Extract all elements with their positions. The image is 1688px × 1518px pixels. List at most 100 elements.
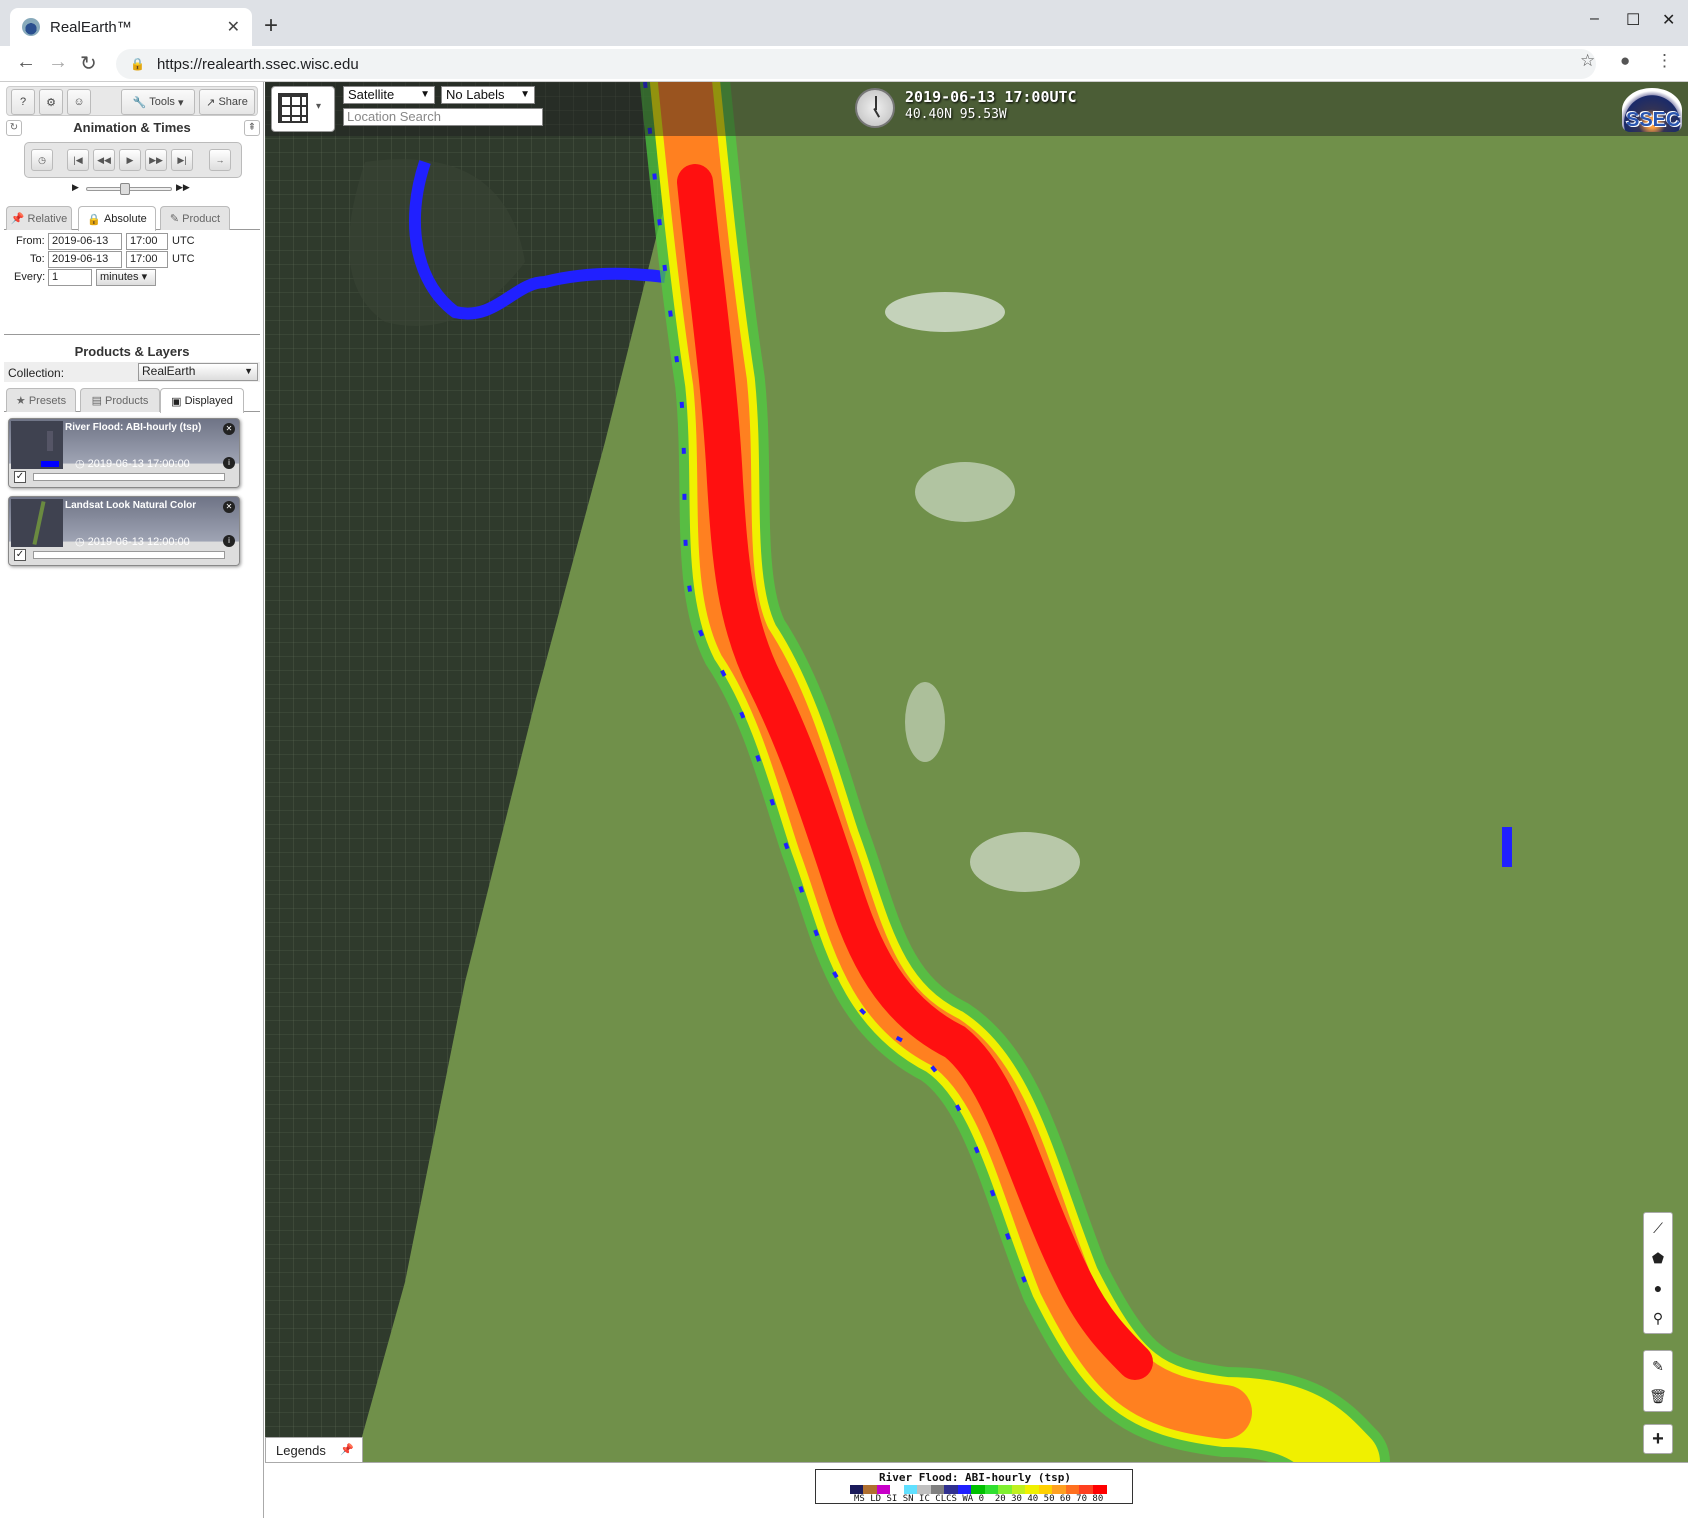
window-close-icon[interactable]: ✕ [1662, 10, 1675, 30]
legends-tab[interactable]: Legends 📌 [265, 1437, 363, 1463]
legend-swatch [957, 1485, 972, 1494]
user-button[interactable]: ☺ [67, 89, 91, 115]
legend-swatch [971, 1485, 986, 1494]
layer-card-river-flood[interactable]: River Flood: ABI-hourly (tsp) ✕ ◷ 2019-0… [8, 418, 240, 488]
pin-icon[interactable]: ⇞ [244, 120, 260, 136]
legend-swatch [998, 1485, 1013, 1494]
speed-slider[interactable]: ▶ ▶▶ [70, 182, 192, 196]
zoom-in-button[interactable]: + [1643, 1424, 1673, 1454]
from-date-input[interactable]: 2019-06-13 [48, 233, 122, 250]
pin-icon[interactable]: 📌 [340, 1443, 354, 1456]
tab-relative[interactable]: 📌 Relative [6, 206, 72, 230]
trash-icon[interactable]: 🗑 [1644, 1381, 1672, 1411]
satellite-imagery [265, 82, 1688, 1462]
layer-visible-checkbox[interactable]: ✓ [14, 471, 26, 483]
help-button[interactable]: ? [11, 89, 35, 115]
to-tz-label: UTC [172, 253, 195, 265]
clock-icon[interactable]: ◷ [31, 149, 53, 171]
polygon-tool-icon[interactable]: ⬟ [1644, 1243, 1672, 1273]
to-date-input[interactable]: 2019-06-13 [48, 251, 122, 268]
tools-label: Tools [149, 96, 175, 108]
marker-tool-icon[interactable]: ⚲ [1644, 1303, 1672, 1333]
legend-swatch [876, 1485, 891, 1494]
tab-absolute-label: Absolute [103, 213, 147, 225]
edit-icon[interactable]: ✎ [1644, 1351, 1672, 1381]
settings-button[interactable]: ⚙ [39, 89, 63, 115]
location-search-input[interactable]: Location Search [343, 108, 543, 126]
menu-icon[interactable]: ⋮ [1656, 51, 1673, 71]
share-label: Share [218, 96, 248, 108]
reload-icon[interactable]: ↻ [80, 51, 97, 76]
layer-info-icon[interactable]: i [223, 535, 235, 547]
line-tool-icon[interactable]: ⟋ [1644, 1213, 1672, 1243]
tab-displayed-label: Displayed [184, 395, 233, 407]
legend-swatch [1011, 1485, 1026, 1494]
legend-swatch [984, 1485, 999, 1494]
tab-products[interactable]: ▤ Products [80, 388, 160, 412]
tab-product[interactable]: ✎ Product [160, 206, 230, 230]
tab-product-label: Product [182, 212, 221, 225]
every-unit-select[interactable]: minutes ▾ [96, 269, 156, 286]
basemap-button[interactable]: ▾ [271, 86, 335, 132]
layer-thumbnail [11, 499, 63, 547]
chevron-down-icon: ▾ [316, 101, 322, 112]
basemap-value: Satellite [348, 87, 395, 102]
play-icon[interactable]: ▶ [119, 149, 141, 171]
tab-presets[interactable]: ★ Presets [6, 388, 76, 412]
first-frame-icon[interactable]: |◀ [67, 149, 89, 171]
every-input[interactable]: 1 [48, 269, 92, 286]
datetime-display: 2019-06-13 17:00UTC 40.40N 95.53W [905, 88, 1077, 124]
layer-title: River Flood: ABI-hourly (tsp) [65, 422, 202, 433]
opacity-slider[interactable] [33, 473, 225, 481]
profile-icon[interactable]: ● [1620, 51, 1630, 71]
back-icon[interactable]: ← [16, 51, 36, 74]
time-mode-tabs: 📌 Relative 🔒 Absolute ✎ Product [4, 204, 260, 231]
browser-tab[interactable]: RealEarth™ ✕ [10, 8, 252, 46]
speed-slider-handle[interactable] [120, 183, 130, 195]
step-forward-icon[interactable]: ▶▶ [145, 149, 167, 171]
tab-displayed[interactable]: ▣ Displayed [160, 388, 244, 413]
to-label: To: [30, 253, 45, 265]
layer-visible-checkbox[interactable]: ✓ [14, 549, 26, 561]
to-time-input[interactable]: 17:00 [126, 251, 168, 268]
collection-select[interactable]: RealEarth ▼ [138, 363, 258, 381]
minimize-icon[interactable]: – [1590, 10, 1599, 28]
arrow-right-icon[interactable]: → [209, 149, 231, 171]
from-tz-label: UTC [172, 235, 195, 247]
legend-swatch [863, 1485, 878, 1494]
new-tab-icon[interactable]: + [264, 12, 278, 40]
layer-card-landsat[interactable]: Landsat Look Natural Color ✕ ◷ 2019-06-1… [8, 496, 240, 566]
top-toolbar: ? ⚙ ☺ 🔧 Tools ▾ ↗ Share [6, 86, 258, 116]
coordinates-text: 40.40N 95.53W [905, 107, 1007, 122]
url-input[interactable]: 🔒 https://realearth.ssec.wisc.edu [116, 49, 1596, 79]
last-frame-icon[interactable]: ▶| [171, 149, 193, 171]
browser-tab-bar: RealEarth™ ✕ + – ☐ ✕ [0, 0, 1688, 46]
ssec-logo[interactable]: SSEC [1622, 88, 1682, 132]
remove-layer-icon[interactable]: ✕ [223, 423, 235, 435]
logo-text: SSEC [1626, 109, 1681, 131]
control-panel: ? ⚙ ☺ 🔧 Tools ▾ ↗ Share ↻ Animation & Ti… [0, 82, 264, 1518]
layer-time: ◷ 2019-06-13 12:00:00 [75, 535, 190, 548]
tab-close-icon[interactable]: ✕ [227, 17, 240, 37]
forward-icon[interactable]: → [48, 51, 68, 74]
tab-absolute[interactable]: 🔒 Absolute [78, 206, 156, 231]
remove-layer-icon[interactable]: ✕ [223, 501, 235, 513]
opacity-slider[interactable] [33, 551, 225, 559]
layer-thumbnail [11, 421, 63, 469]
bookmark-star-icon[interactable]: ☆ [1580, 51, 1595, 71]
map-view[interactable]: ▾ Satellite ▼ No Labels ▼ Location Search … [265, 82, 1688, 1462]
share-button[interactable]: ↗ Share [199, 89, 255, 115]
tab-title: RealEarth™ [50, 18, 132, 36]
from-time-input[interactable]: 17:00 [126, 233, 168, 250]
layer-tabs: ★ Presets ▤ Products ▣ Displayed [4, 386, 260, 413]
step-back-icon[interactable]: ◀◀ [93, 149, 115, 171]
circle-tool-icon[interactable]: ● [1644, 1273, 1672, 1303]
maximize-icon[interactable]: ☐ [1626, 10, 1640, 30]
basemap-select[interactable]: Satellite ▼ [343, 86, 435, 104]
wrench-icon: 🔧 [132, 96, 150, 109]
legend-swatch [1038, 1485, 1053, 1494]
labels-select[interactable]: No Labels ▼ [441, 86, 535, 104]
tools-button[interactable]: 🔧 Tools ▾ [121, 89, 195, 115]
legend-panel: River Flood: ABI-hourly (tsp) MS LD SI S… [265, 1462, 1688, 1518]
layer-info-icon[interactable]: i [223, 457, 235, 469]
